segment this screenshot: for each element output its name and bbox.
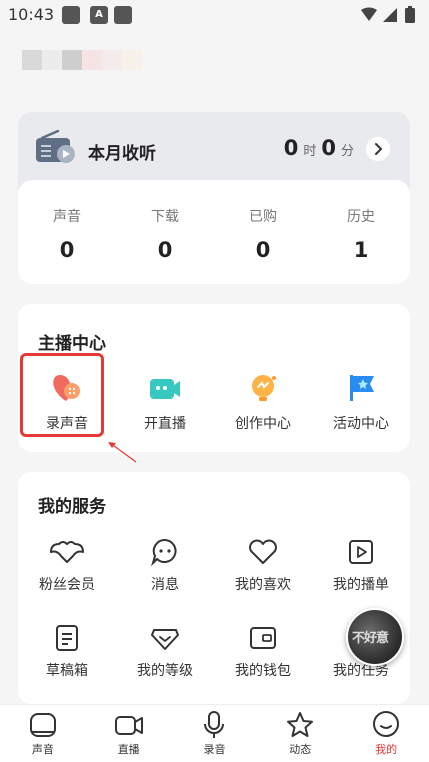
nav-item-me[interactable]: 我的 — [343, 705, 429, 762]
stat-value: 1 — [353, 238, 369, 262]
stat-label: 声音 — [53, 209, 81, 225]
creation-bulb-icon — [252, 375, 276, 401]
username-blurred[interactable] — [22, 50, 144, 70]
status-bar: 10:43 A — [0, 0, 429, 30]
activity-center-button[interactable]: 活动中心 — [312, 368, 410, 432]
services-grid: 粉丝会员 消息 我的喜欢 我的播单 草稿箱 我的等级 我的钱包 我的任务 — [18, 538, 410, 680]
profile-icon — [373, 711, 400, 737]
radio-icon — [36, 130, 75, 163]
anchor-center-card: 主播中心 录声音 开直播 创作中心 活动中心 — [18, 304, 410, 452]
monthly-listening-title: 本月收听 — [88, 144, 156, 164]
service-label: 粉丝会员 — [39, 577, 95, 593]
my-services-card: 我的服务 粉丝会员 消息 我的喜欢 我的播单 草稿箱 我的等级 我的钱包 我的任… — [18, 472, 410, 704]
anchor-item-label: 开直播 — [144, 416, 186, 432]
minutes-value: 0 — [321, 136, 336, 160]
notification-icon — [114, 6, 132, 24]
highlight-annotation-box — [20, 353, 104, 437]
drafts-button[interactable]: 草稿箱 — [18, 624, 116, 680]
anchor-item-label: 创作中心 — [235, 416, 291, 432]
messages-button[interactable]: 消息 — [116, 538, 214, 594]
service-label: 我的喜欢 — [235, 577, 291, 593]
flag-star-icon — [350, 375, 374, 401]
service-label: 消息 — [151, 577, 179, 593]
heart-icon — [249, 539, 277, 564]
live-camera-icon — [150, 379, 180, 399]
nav-item-live[interactable]: 直播 — [86, 705, 172, 762]
monthly-listening-card: 本月收听 0 时 0 分 声音 0 下载 0 已购 0 历史 1 — [18, 112, 410, 284]
my-likes-button[interactable]: 我的喜欢 — [214, 538, 312, 594]
nav-item-record[interactable]: 录音 — [172, 705, 258, 762]
nav-label: 我的 — [375, 743, 398, 756]
listening-duration: 0 时 0 分 — [284, 136, 354, 160]
service-label: 草稿箱 — [46, 663, 88, 679]
anchor-item-label: 活动中心 — [333, 416, 389, 432]
stat-value: 0 — [59, 238, 75, 262]
live-icon — [114, 716, 143, 735]
notification-icon — [62, 6, 80, 24]
microphone-icon — [204, 711, 225, 738]
star-icon — [287, 712, 314, 737]
status-time: 10:43 — [8, 5, 55, 24]
stat-label: 历史 — [347, 209, 375, 225]
stat-downloads[interactable]: 下载 0 — [116, 180, 214, 284]
monthly-listening-header[interactable]: 本月收听 0 时 0 分 — [18, 112, 410, 182]
message-icon — [151, 538, 177, 566]
bottom-nav: 声音 直播 录音 动态 我的 — [0, 704, 429, 762]
playlist-icon — [349, 540, 373, 564]
my-playlist-button[interactable]: 我的播单 — [312, 538, 410, 594]
draft-icon — [56, 625, 78, 651]
annotation-arrow — [108, 442, 137, 463]
minutes-unit: 分 — [340, 144, 354, 159]
stat-sounds[interactable]: 声音 0 — [18, 180, 116, 284]
nav-label: 动态 — [289, 743, 312, 756]
stats-row: 声音 0 下载 0 已购 0 历史 1 — [18, 180, 410, 284]
service-label: 我的播单 — [333, 577, 389, 593]
avatar-text: 不好意 — [352, 631, 389, 646]
anchor-center-title: 主播中心 — [38, 334, 106, 354]
notification-a-icon: A — [90, 6, 108, 24]
stat-purchased[interactable]: 已购 0 — [214, 180, 312, 284]
hours-value: 0 — [283, 136, 299, 160]
stat-value: 0 — [157, 238, 173, 262]
start-live-button[interactable]: 开直播 — [116, 368, 214, 432]
my-services-title: 我的服务 — [38, 497, 106, 517]
nav-label: 直播 — [117, 743, 140, 756]
service-label: 我的任务 — [333, 663, 389, 679]
level-diamond-icon — [151, 629, 179, 650]
stat-history[interactable]: 历史 1 — [312, 180, 410, 284]
floating-player-avatar[interactable]: 不好意 — [346, 608, 404, 666]
stat-label: 下载 — [151, 209, 179, 225]
nav-label: 声音 — [31, 743, 54, 756]
fan-member-icon — [50, 541, 84, 563]
creation-center-button[interactable]: 创作中心 — [214, 368, 312, 432]
stat-label: 已购 — [249, 209, 277, 225]
sound-home-icon — [29, 713, 56, 737]
nav-item-sound[interactable]: 声音 — [0, 705, 86, 762]
chevron-right-icon[interactable] — [366, 137, 390, 161]
nav-label: 录音 — [203, 743, 226, 756]
wallet-icon — [250, 627, 276, 649]
service-label: 我的等级 — [137, 663, 193, 679]
nav-item-feed[interactable]: 动态 — [257, 705, 343, 762]
fan-member-button[interactable]: 粉丝会员 — [18, 538, 116, 594]
status-icons — [361, 6, 415, 23]
stat-value: 0 — [255, 238, 271, 262]
my-level-button[interactable]: 我的等级 — [116, 624, 214, 680]
my-wallet-button[interactable]: 我的钱包 — [214, 624, 312, 680]
hours-unit: 时 — [303, 144, 317, 159]
service-label: 我的钱包 — [235, 663, 291, 679]
